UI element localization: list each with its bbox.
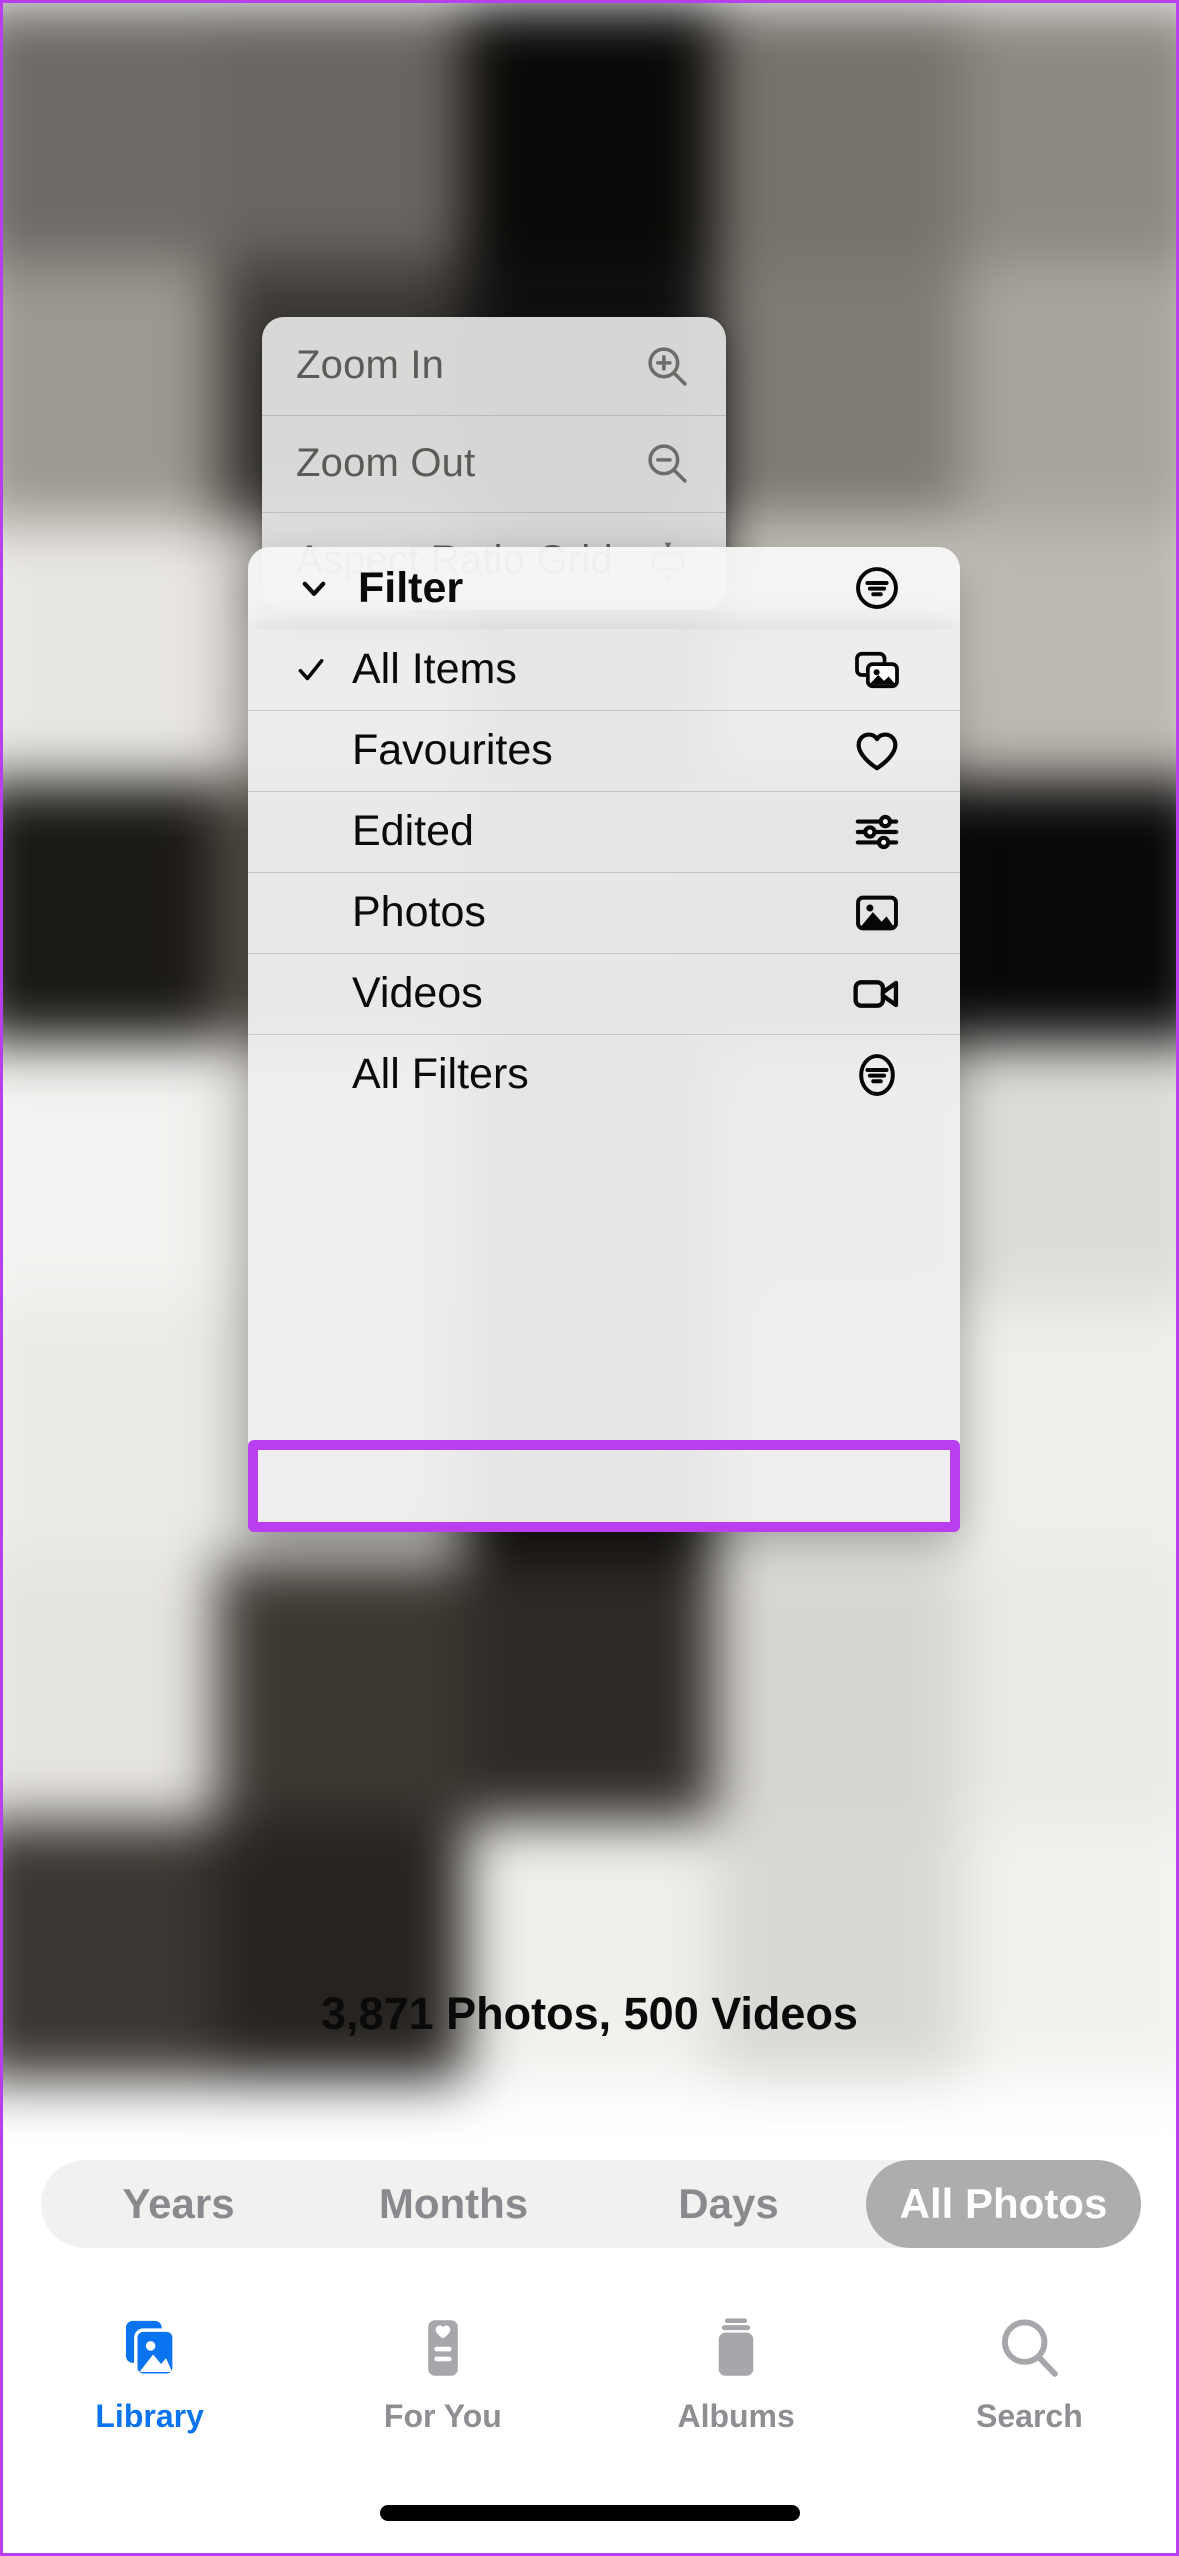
filter-item-label: Videos [352, 969, 483, 1017]
photo-thumbnail [3, 1820, 217, 2081]
chevron-down-icon [294, 568, 334, 608]
search-icon [992, 2311, 1066, 2390]
segment-months[interactable]: Months [316, 2180, 591, 2228]
filter-menu-items-sheet: All Items Favourites Edited Photos Video… [248, 629, 960, 1527]
filter-item-label: Favourites [352, 726, 553, 774]
tab-label: For You [383, 2398, 502, 2434]
for-you-icon [406, 2311, 480, 2390]
filter-item-videos[interactable]: Videos [248, 953, 960, 1034]
home-indicator [379, 2505, 800, 2521]
photo-thumbnail [3, 782, 217, 1042]
photo-thumbnail [962, 3, 1176, 263]
tab-label: Search [976, 2398, 1083, 2434]
photo-thumbnail [216, 1561, 466, 1821]
photo-thumbnail [3, 1561, 217, 1821]
menu-item-label: Zoom Out [296, 440, 476, 485]
segment-years[interactable]: Years [41, 2180, 316, 2228]
photo-thumbnail [962, 1041, 1176, 1302]
tab-for-you[interactable]: For You [296, 2293, 589, 2435]
filter-item-favourites[interactable]: Favourites [248, 710, 960, 791]
photo-thumbnail [962, 262, 1176, 523]
photo-icon [852, 888, 902, 938]
photo-thumbnail [3, 1041, 217, 1302]
photo-thumbnail [465, 3, 714, 263]
filter-circle-icon [852, 563, 902, 613]
filter-item-photos[interactable]: Photos [248, 872, 960, 953]
photo-thumbnail [216, 1820, 466, 2081]
photo-thumbnail [216, 3, 466, 263]
menu-item-zoom-out[interactable]: Zoom Out [262, 414, 726, 513]
magnifier-minus-icon [642, 438, 692, 488]
photo-thumbnail [713, 1561, 963, 1821]
filter-menu-header[interactable]: Filter [248, 547, 960, 629]
tab-bar[interactable]: Library For You Albums Search [3, 2293, 1176, 2483]
segment-all-photos[interactable]: All Photos [866, 2160, 1141, 2248]
menu-item-zoom-in[interactable]: Zoom In [262, 317, 726, 415]
photo-thumbnail [3, 262, 217, 523]
magnifier-plus-icon [642, 341, 692, 391]
filter-item-label: Edited [352, 807, 474, 855]
filter-item-label: All Filters [352, 1050, 529, 1098]
photo-thumbnail [962, 1820, 1176, 2081]
tab-search[interactable]: Search [883, 2293, 1176, 2435]
albums-icon [699, 2311, 773, 2390]
photo-thumbnail [3, 3, 217, 263]
library-segmented-control[interactable]: Years Months Days All Photos [41, 2160, 1141, 2248]
photo-thumbnail [713, 262, 963, 523]
tab-label: Library [95, 2398, 204, 2434]
photo-thumbnail [962, 522, 1176, 783]
photo-thumbnail [3, 1301, 217, 1562]
filter-item-edited[interactable]: Edited [248, 791, 960, 872]
photo-thumbnail [962, 1561, 1176, 1821]
sliders-icon [852, 807, 902, 857]
photo-thumbnail [962, 782, 1176, 1042]
heart-icon [852, 726, 902, 776]
photo-thumbnail [713, 3, 963, 263]
photo-thumbnail [465, 1820, 714, 2081]
filter-item-all-filters[interactable]: All Filters [248, 1034, 960, 1115]
photo-stack-icon [852, 645, 902, 695]
filter-item-label: Photos [352, 888, 486, 936]
filter-item-all-items[interactable]: All Items [248, 629, 960, 710]
tab-library[interactable]: Library [3, 2293, 296, 2435]
photo-thumbnail [962, 1301, 1176, 1562]
menu-item-label: Zoom In [296, 343, 445, 388]
photo-thumbnail [713, 1820, 963, 2081]
photo-stack-icon [113, 2311, 187, 2390]
phone-screen: Zoom In Zoom Out Aspect Ratio Grid [0, 0, 1179, 2556]
checkmark-icon [294, 652, 328, 688]
filter-menu-header-sheet: Filter [248, 547, 960, 629]
tab-albums[interactable]: Albums [590, 2293, 883, 2435]
filter-menu-title: Filter [358, 563, 464, 612]
photo-thumbnail [465, 1561, 714, 1821]
filter-item-label: All Items [352, 645, 517, 693]
filter-circle-icon [852, 1050, 902, 1100]
tab-label: Albums [677, 2398, 795, 2434]
segment-days[interactable]: Days [591, 2180, 866, 2228]
photo-thumbnail [3, 522, 217, 783]
video-camera-icon [850, 968, 902, 1020]
photo-count-label: 3,871 Photos, 500 Videos [321, 1988, 858, 2039]
